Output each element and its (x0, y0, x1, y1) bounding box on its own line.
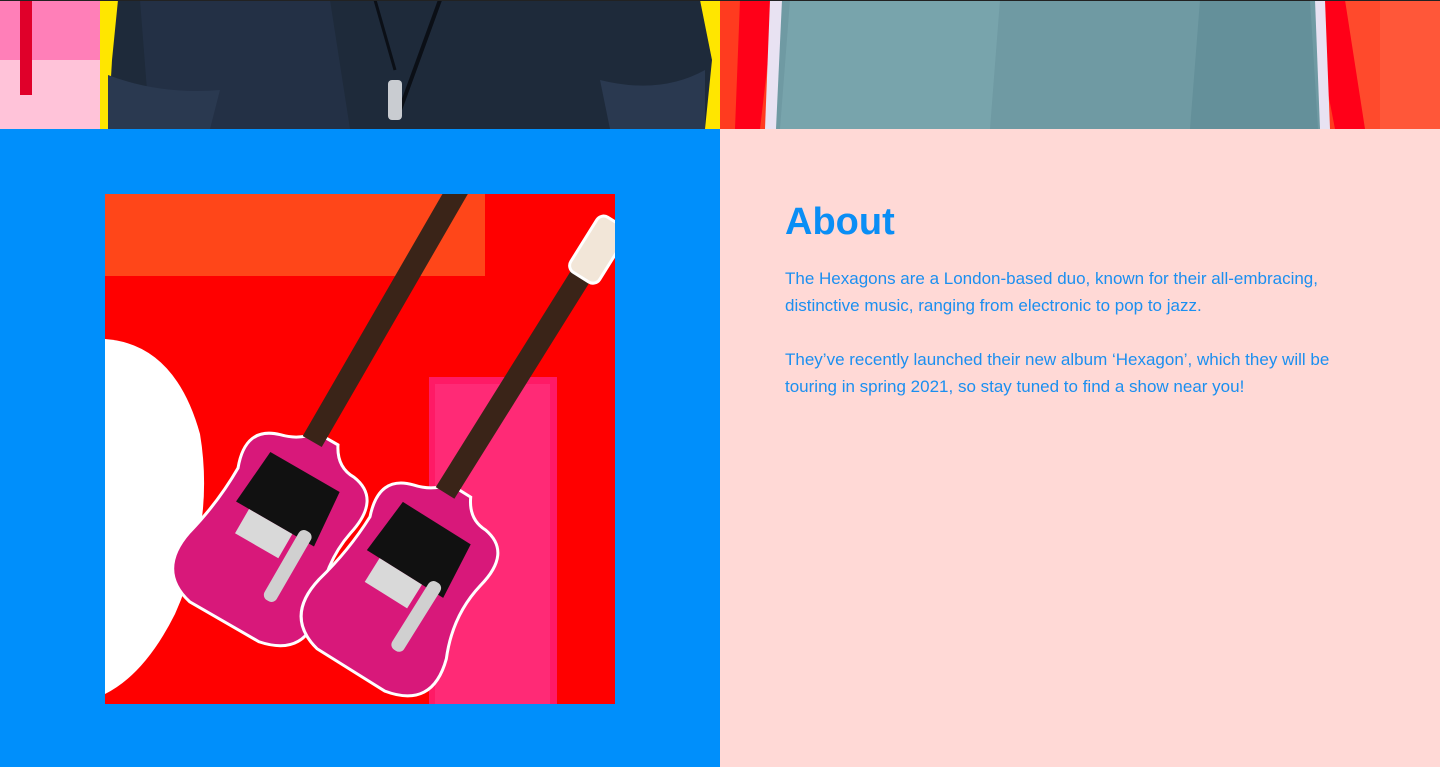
about-heading: About (785, 201, 895, 243)
guitars-artwork (105, 194, 615, 704)
about-description: The Hexagons are a London-based duo, kno… (785, 265, 1385, 427)
about-text-panel: About The Hexagons are a London-based du… (720, 129, 1440, 767)
pink-guitars-image (105, 194, 615, 704)
band-members-image (0, 0, 1440, 129)
about-paragraph: They’ve recently launched their new albu… (785, 350, 1330, 396)
hero-photo (0, 0, 1440, 129)
about-image-panel (0, 129, 720, 767)
page: About The Hexagons are a London-based du… (0, 0, 1440, 767)
about-paragraph: The Hexagons are a London-based duo, kno… (785, 269, 1318, 315)
